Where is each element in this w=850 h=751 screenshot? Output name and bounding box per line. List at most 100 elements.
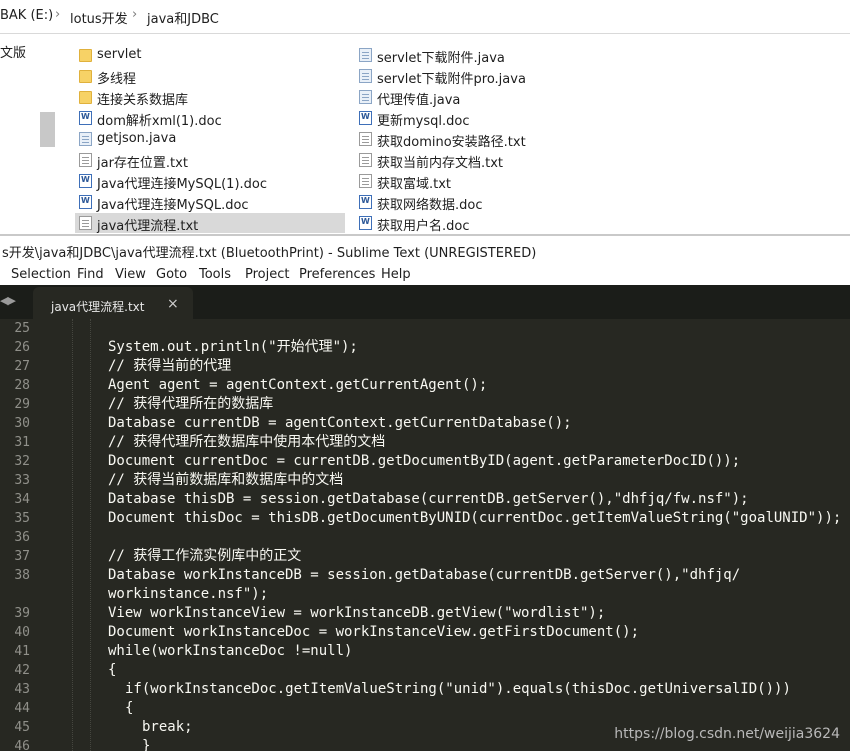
tab-title: java代理流程.txt: [51, 300, 145, 314]
tab-bar: ◀▶ java代理流程.txt ×: [0, 285, 850, 319]
code-line[interactable]: Database thisDB = session.getDatabase(cu…: [108, 490, 749, 509]
menu-project[interactable]: Project: [245, 267, 289, 282]
code-line[interactable]: while(workInstanceDoc !=null): [108, 642, 352, 661]
code-line[interactable]: }: [142, 737, 150, 751]
file-item[interactable]: servlet下载附件.java: [355, 45, 625, 66]
code-line[interactable]: // 获得代理所在的数据库: [108, 395, 273, 414]
code-line[interactable]: if(workInstanceDoc.getItemValueString("u…: [125, 680, 791, 699]
code-line[interactable]: {: [125, 699, 133, 718]
file-item[interactable]: 代理传值.java: [355, 87, 625, 108]
line-number: 25: [14, 321, 30, 336]
file-item[interactable]: Java代理连接MySQL.doc: [75, 192, 345, 213]
code-line[interactable]: Document workInstanceDoc = workInstanceV…: [108, 623, 639, 642]
line-number: 42: [14, 663, 30, 678]
tab-scroll-arrows-icon[interactable]: ◀▶: [0, 294, 16, 307]
file-name: 获取用户名.doc: [377, 219, 470, 234]
word-doc-icon: [79, 174, 92, 188]
chevron-right-icon[interactable]: ›: [132, 7, 137, 22]
watermark: https://blog.csdn.net/weijia3624: [614, 726, 840, 742]
chevron-right-icon[interactable]: ›: [55, 7, 60, 22]
file-item[interactable]: 获取网络数据.doc: [355, 192, 625, 213]
text-file-icon: [79, 216, 92, 230]
code-line[interactable]: System.out.println("开始代理");: [108, 338, 358, 357]
window-title: s开发\java和JDBC\java代理流程.txt (BluetoothPri…: [2, 246, 537, 261]
file-name: 连接关系数据库: [97, 93, 189, 108]
code-line[interactable]: // 获得当前数据库和数据库中的文档: [108, 471, 343, 490]
java-file-icon: [359, 69, 372, 83]
file-item[interactable]: getjson.java: [75, 129, 345, 149]
java-file-icon: [79, 132, 92, 146]
line-number: 41: [14, 644, 30, 659]
word-doc-icon: [79, 111, 92, 125]
breadcrumb-folder-lotus[interactable]: lotus开发: [70, 8, 128, 27]
file-item[interactable]: 更新mysql.doc: [355, 108, 625, 129]
line-number: 33: [14, 473, 30, 488]
file-item[interactable]: 获取用户名.doc: [355, 213, 625, 234]
file-name: 更新mysql.doc: [377, 114, 470, 129]
file-item[interactable]: dom解析xml(1).doc: [75, 108, 345, 129]
menu-help[interactable]: Help: [381, 267, 411, 282]
text-file-icon: [359, 174, 372, 188]
code-line[interactable]: // 获得当前的代理: [108, 357, 231, 376]
code-line[interactable]: Document thisDoc = thisDB.getDocumentByU…: [108, 509, 841, 528]
menu-view[interactable]: View: [115, 267, 146, 282]
code-line[interactable]: Document currentDoc = currentDB.getDocum…: [108, 452, 740, 471]
file-item[interactable]: 多线程: [75, 66, 345, 87]
line-number: 32: [14, 454, 30, 469]
menu-preferences[interactable]: Preferences: [299, 267, 375, 282]
code-line[interactable]: Database currentDB = agentContext.getCur…: [108, 414, 572, 433]
code-line[interactable]: // 获得工作流实例库中的正文: [108, 547, 301, 566]
line-number: 27: [14, 359, 30, 374]
menu-find[interactable]: Find: [77, 267, 104, 282]
java-file-icon: [359, 48, 372, 62]
file-item[interactable]: 获取当前内存文档.txt: [355, 150, 625, 171]
code-line[interactable]: break;: [142, 718, 193, 737]
file-item[interactable]: 获取domino安装路径.txt: [355, 129, 625, 150]
code-line[interactable]: Agent agent = agentContext.getCurrentAge…: [108, 376, 487, 395]
file-item[interactable]: servlet: [75, 45, 345, 65]
file-name: Java代理连接MySQL(1).doc: [97, 177, 267, 192]
breadcrumb-folder-java[interactable]: java和JDBC: [147, 8, 219, 27]
nav-item-label[interactable]: 文版: [0, 42, 26, 61]
code-line[interactable]: Database workInstanceDB = session.getDat…: [108, 566, 740, 585]
file-name: 获取富域.txt: [377, 177, 452, 192]
breadcrumb-drive[interactable]: BAK (E:): [0, 8, 53, 23]
file-name: jar存在位置.txt: [97, 156, 188, 171]
code-line[interactable]: {: [108, 661, 116, 680]
menu-goto[interactable]: Goto: [156, 267, 187, 282]
code-line[interactable]: // 获得代理所在数据库中使用本代理的文档: [108, 433, 385, 452]
indent-guide: [72, 319, 73, 751]
file-item[interactable]: java代理流程.txt: [75, 213, 345, 234]
line-number: 39: [14, 606, 30, 621]
line-number: 46: [14, 739, 30, 751]
file-name: servlet: [97, 47, 142, 62]
file-name: 代理传值.java: [377, 93, 461, 108]
line-number: 37: [14, 549, 30, 564]
nav-scrollbar-thumb[interactable]: [40, 112, 55, 147]
text-file-icon: [359, 153, 372, 167]
file-item[interactable]: servlet下载附件pro.java: [355, 66, 625, 87]
code-editor[interactable]: 25 26 27 28 29 30 31 32 33 34 35 36 37 38 39 40 41 42 43 44…: [0, 319, 850, 751]
code-line[interactable]: View workInstanceView = workInstanceDB.g…: [108, 604, 605, 623]
file-item[interactable]: 连接关系数据库: [75, 87, 345, 108]
code-line[interactable]: workinstance.nsf");: [108, 585, 268, 604]
window-title-bar: s开发\java和JDBC\java代理流程.txt (BluetoothPri…: [0, 236, 850, 264]
tab-java-flow[interactable]: java代理流程.txt ×: [33, 287, 193, 319]
menu-selection[interactable]: Selection: [11, 267, 71, 282]
word-doc-icon: [359, 111, 372, 125]
word-doc-icon: [359, 216, 372, 230]
file-item[interactable]: jar存在位置.txt: [75, 150, 345, 171]
file-name: 获取网络数据.doc: [377, 198, 483, 213]
address-bar[interactable]: BAK (E:) › lotus开发 › java和JDBC: [0, 0, 850, 34]
file-name: 获取当前内存文档.txt: [377, 156, 504, 171]
word-doc-icon: [359, 195, 372, 209]
text-file-icon: [79, 153, 92, 167]
line-number: 40: [14, 625, 30, 640]
menu-tools[interactable]: Tools: [199, 267, 231, 282]
file-item[interactable]: Java代理连接MySQL(1).doc: [75, 171, 345, 192]
java-file-icon: [359, 90, 372, 104]
close-icon[interactable]: ×: [167, 296, 179, 312]
file-item[interactable]: 获取富域.txt: [355, 171, 625, 192]
word-doc-icon: [79, 195, 92, 209]
line-number: 30: [14, 416, 30, 431]
